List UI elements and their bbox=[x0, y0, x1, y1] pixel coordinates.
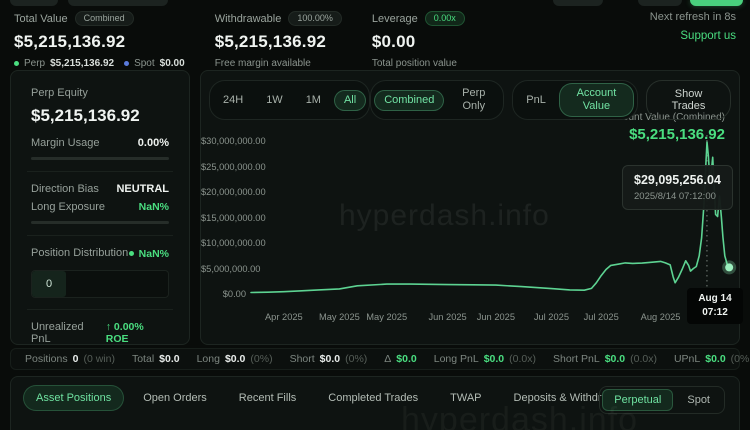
tab-asset-positions[interactable]: Asset Positions bbox=[23, 385, 124, 411]
leverage-subtext: Total position value bbox=[372, 58, 465, 69]
position-distribution-value: NaN% bbox=[139, 248, 169, 260]
market-button-spot[interactable]: Spot bbox=[675, 389, 722, 411]
range-button-all[interactable]: All bbox=[334, 90, 366, 111]
margin-usage-label: Margin Usage bbox=[31, 137, 99, 149]
x-axis-tick: Apr 2025 bbox=[265, 312, 303, 322]
unrealized-roe-value: ↑ 0.00% ROE bbox=[106, 321, 169, 345]
distribution-dot-icon bbox=[129, 251, 134, 256]
x-axis-tick: Jul 2025 bbox=[584, 312, 619, 322]
x-axis-tick: May 2025 bbox=[319, 312, 360, 322]
account-value-chart-panel: 24H1W1MAll CombinedPerp Only PnLAccount … bbox=[200, 70, 740, 345]
withdrawable-badge: 100.00% bbox=[288, 11, 342, 26]
time-range-group: 24H1W1MAll bbox=[209, 80, 370, 120]
current-value-marker bbox=[725, 263, 733, 271]
range-button-24h[interactable]: 24H bbox=[213, 90, 253, 111]
total-value-breakdown: Perp $5,215,136.92 Spot $0.00 bbox=[14, 58, 185, 69]
spot-value: $0.00 bbox=[160, 58, 185, 69]
chart-tooltip: $29,095,256.04 2025/8/14 07:12:00 bbox=[622, 165, 733, 210]
position-distribution-label: Position Distribution bbox=[31, 247, 128, 259]
metric-button-pnl[interactable]: PnL bbox=[516, 90, 556, 111]
perp-equity-label: Perp Equity bbox=[31, 87, 169, 99]
leverage-block: Leverage 0.00x $0.00 Total position valu… bbox=[372, 11, 465, 69]
nav-pill-fragment-primary[interactable] bbox=[690, 0, 743, 6]
divider bbox=[27, 235, 173, 236]
view-button-perp-only[interactable]: Perp Only bbox=[447, 83, 500, 117]
margin-usage-bar bbox=[31, 157, 169, 160]
nav-pill-fragment[interactable] bbox=[10, 0, 58, 6]
position-distribution-bar: 0 bbox=[31, 270, 169, 298]
x-axis-tick: Jul 2025 bbox=[534, 312, 569, 322]
chart-controls: 24H1W1MAll CombinedPerp Only PnLAccount … bbox=[209, 80, 731, 120]
chart-subtitle-value: $5,215,136.92 bbox=[593, 126, 725, 143]
tooltip-value: $29,095,256.04 bbox=[634, 173, 721, 187]
stat-delta: Δ$0.0 bbox=[384, 353, 416, 365]
total-value-block: Total Value Combined $5,215,136.92 Perp … bbox=[14, 11, 185, 69]
x-axis-tick: Aug 2025 bbox=[641, 312, 681, 322]
range-button-1m[interactable]: 1M bbox=[296, 90, 331, 111]
stat-short-pnl: Short PnL$0.0(0.0x) bbox=[553, 353, 657, 365]
stat-total: Total$0.0 bbox=[132, 353, 180, 365]
positions-tabs-panel: Asset PositionsOpen OrdersRecent FillsCo… bbox=[10, 376, 740, 430]
long-exposure-value: NaN% bbox=[139, 201, 169, 213]
stat-short: Short$0.0(0%) bbox=[290, 353, 368, 365]
distribution-cell: 0 bbox=[32, 271, 66, 297]
watermark: hyperdash.info bbox=[401, 401, 638, 430]
tooltip-time: 2025/8/14 07:12:00 bbox=[634, 191, 721, 202]
stat-positions: Positions0(0 win) bbox=[25, 353, 115, 365]
top-right-links: Next refresh in 8s Support us bbox=[650, 11, 736, 42]
show-trades-button[interactable]: Show Trades bbox=[646, 80, 731, 120]
spot-dot-icon bbox=[124, 61, 129, 66]
leverage-amount: $0.00 bbox=[372, 32, 465, 52]
x-axis-tick: May 2025 bbox=[366, 312, 407, 322]
spot-label: Spot bbox=[134, 58, 155, 69]
perp-dot-icon bbox=[14, 61, 19, 66]
support-us-link[interactable]: Support us bbox=[650, 30, 736, 42]
top-stats-bar: Total Value Combined $5,215,136.92 Perp … bbox=[14, 11, 736, 69]
perp-equity-panel: Perp Equity $5,215,136.92 Margin Usage 0… bbox=[10, 70, 190, 345]
direction-bias-value: NEUTRAL bbox=[116, 183, 169, 195]
leverage-badge: 0.00x bbox=[425, 11, 465, 26]
stat-long: Long$0.0(0%) bbox=[197, 353, 273, 365]
total-value-amount: $5,215,136.92 bbox=[14, 32, 185, 52]
perp-value: $5,215,136.92 bbox=[50, 58, 114, 69]
divider bbox=[27, 309, 173, 310]
leverage-label: Leverage bbox=[372, 13, 418, 25]
withdrawable-amount: $5,215,136.92 bbox=[215, 32, 342, 52]
crosshair-date-label: Aug 14 07:12 bbox=[687, 288, 743, 324]
unrealized-pnl-label: Unrealized PnL bbox=[31, 321, 106, 345]
metric-toggle-group: PnLAccount Value bbox=[512, 80, 638, 120]
nav-pill-fragment[interactable] bbox=[638, 0, 682, 6]
x-axis-tick: Jun 2025 bbox=[428, 312, 466, 322]
long-exposure-label: Long Exposure bbox=[31, 201, 105, 213]
perp-equity-value: $5,215,136.92 bbox=[31, 106, 169, 126]
withdrawable-label: Withdrawable bbox=[215, 13, 282, 25]
direction-bias-label: Direction Bias bbox=[31, 183, 99, 195]
x-axis-tick: Jun 2025 bbox=[477, 312, 515, 322]
margin-usage-value: 0.00% bbox=[138, 137, 169, 149]
refresh-countdown: Next refresh in 8s bbox=[650, 11, 736, 23]
positions-summary-strip: Positions0(0 win) Total$0.0 Long$0.0(0%) Sh… bbox=[10, 348, 740, 370]
nav-pill-fragment[interactable] bbox=[68, 0, 168, 6]
metric-button-account-value[interactable]: Account Value bbox=[559, 83, 634, 117]
withdrawable-block: Withdrawable 100.00% $5,215,136.92 Free … bbox=[215, 11, 342, 69]
tab-open-orders[interactable]: Open Orders bbox=[130, 385, 220, 411]
withdrawable-subtext: Free margin available bbox=[215, 58, 342, 69]
nav-pill-fragment[interactable] bbox=[553, 0, 603, 6]
tab-recent-fills[interactable]: Recent Fills bbox=[226, 385, 309, 411]
stat-long-pnl: Long PnL$0.0(0.0x) bbox=[434, 353, 536, 365]
range-button-1w[interactable]: 1W bbox=[256, 90, 293, 111]
divider bbox=[27, 171, 173, 172]
stat-upnl: UPnL$0.0(0% win) bbox=[674, 353, 750, 365]
hyperdash-dashboard: Total Value Combined $5,215,136.92 Perp … bbox=[0, 0, 750, 430]
view-button-combined[interactable]: Combined bbox=[374, 90, 444, 111]
view-toggle-group: CombinedPerp Only bbox=[370, 80, 504, 120]
long-exposure-bar bbox=[31, 221, 169, 224]
total-value-label: Total Value bbox=[14, 13, 68, 25]
perp-label: Perp bbox=[24, 58, 45, 69]
combined-badge: Combined bbox=[75, 11, 134, 26]
